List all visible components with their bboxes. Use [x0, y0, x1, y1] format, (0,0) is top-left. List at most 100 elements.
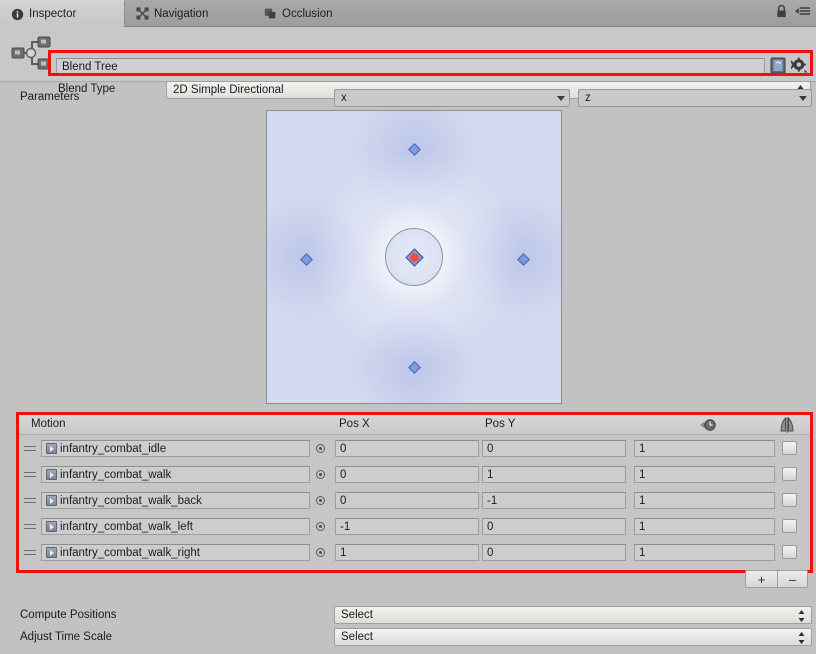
navigation-icon	[136, 7, 149, 20]
settings-gear-button[interactable]	[789, 57, 808, 74]
motion-name-field[interactable]: infantry_combat_walk_right	[41, 544, 310, 561]
time-scale-field[interactable]: 1	[634, 492, 775, 509]
chevron-down-icon	[557, 96, 565, 101]
blend-node-down[interactable]	[408, 361, 421, 374]
column-header-pos-y: Pos Y	[485, 418, 516, 430]
lock-icon[interactable]	[775, 4, 788, 18]
time-scale-field[interactable]: 1	[634, 544, 775, 561]
reference-book-icon	[770, 57, 786, 74]
motion-name-field[interactable]: infantry_combat_idle	[41, 440, 310, 457]
remove-motion-button[interactable]: –	[777, 570, 808, 588]
pos-y-field[interactable]: 1	[482, 466, 626, 483]
motion-name-value: infantry_combat_walk_back	[60, 494, 202, 507]
pos-y-value: -1	[487, 494, 498, 507]
row-drag-handle[interactable]	[24, 472, 36, 480]
occlusion-icon	[264, 8, 276, 19]
tab-navigation[interactable]: Navigation	[125, 0, 253, 27]
row-drag-handle[interactable]	[24, 446, 36, 454]
row-drag-handle[interactable]	[24, 524, 36, 532]
blend-node-center-selected-dot	[409, 252, 419, 262]
object-picker-icon[interactable]	[316, 522, 325, 531]
object-picker-icon[interactable]	[316, 444, 325, 453]
pos-y-field[interactable]: 0	[482, 440, 626, 457]
blend-type-value: 2D Simple Directional	[173, 84, 284, 96]
time-scale-value: 1	[639, 442, 646, 455]
pos-y-value: 0	[487, 546, 494, 559]
pos-y-field[interactable]: 0	[482, 544, 626, 561]
tab-occlusion[interactable]: Occlusion	[253, 0, 373, 27]
animation-clip-icon	[46, 521, 57, 532]
compute-positions-dropdown[interactable]: Select	[334, 606, 812, 624]
animation-clip-icon	[46, 443, 57, 454]
pos-x-value: 0	[340, 442, 347, 455]
mirror-checkbox[interactable]	[782, 545, 797, 559]
blend-node-left[interactable]	[300, 253, 313, 266]
column-header-motion: Motion	[31, 418, 66, 430]
pos-y-value: 0	[487, 442, 494, 455]
tab-bar: Inspector Navigation Occlusion	[0, 0, 816, 27]
mirror-checkbox[interactable]	[782, 519, 797, 533]
compute-positions-label: Compute Positions	[20, 609, 117, 621]
blend-node-right[interactable]	[517, 253, 530, 266]
reference-book-button[interactable]	[770, 57, 786, 74]
object-picker-icon[interactable]	[316, 548, 325, 557]
column-header-pos-x: Pos X	[339, 418, 370, 430]
blend-tree-node-icon	[11, 36, 51, 70]
parameter-z-dropdown[interactable]: z	[578, 89, 812, 107]
window-controls	[775, 4, 810, 18]
object-picker-icon[interactable]	[316, 470, 325, 479]
blend-node-up[interactable]	[408, 143, 421, 156]
pos-y-value: 0	[487, 520, 494, 533]
mirror-checkbox[interactable]	[782, 493, 797, 507]
gear-icon	[789, 57, 808, 73]
motion-table-header: Motion Pos X Pos Y	[19, 415, 810, 435]
time-scale-field[interactable]: 1	[634, 518, 775, 535]
motion-name-field[interactable]: infantry_combat_walk_left	[41, 518, 310, 535]
animation-clip-icon	[46, 495, 57, 506]
row-drag-handle[interactable]	[24, 498, 36, 506]
time-scale-field[interactable]: 1	[634, 440, 775, 457]
add-motion-button[interactable]: +	[745, 570, 777, 588]
blend-tree-graph[interactable]	[266, 110, 562, 404]
motion-name-value: infantry_combat_walk	[60, 468, 172, 481]
table-row: infantry_combat_walk_left -1 0 1	[19, 515, 810, 538]
pos-y-field[interactable]: 0	[482, 518, 626, 535]
add-motion-label: +	[757, 571, 766, 587]
table-row: infantry_combat_idle 0 0 1	[19, 437, 810, 460]
tab-occlusion-label: Occlusion	[282, 7, 333, 20]
info-icon	[11, 8, 24, 20]
pos-x-field[interactable]: -1	[335, 518, 479, 535]
animation-clip-icon	[46, 547, 57, 558]
time-scale-clock-icon[interactable]	[692, 418, 718, 432]
pos-x-field[interactable]: 0	[335, 466, 479, 483]
object-picker-icon[interactable]	[316, 496, 325, 505]
pos-x-field[interactable]: 0	[335, 440, 479, 457]
time-scale-value: 1	[639, 520, 646, 533]
tab-inspector[interactable]: Inspector	[0, 0, 125, 27]
time-scale-value: 1	[639, 546, 646, 559]
adjust-time-scale-label: Adjust Time Scale	[20, 631, 113, 643]
pos-x-value: -1	[340, 520, 351, 533]
motion-name-field[interactable]: infantry_combat_walk_back	[41, 492, 310, 509]
pos-y-field[interactable]: -1	[482, 492, 626, 509]
pos-x-value: 0	[340, 468, 347, 481]
motion-name-value: infantry_combat_idle	[60, 442, 167, 455]
parameter-x-dropdown[interactable]: x	[334, 89, 570, 107]
hamburger-menu-icon[interactable]	[795, 5, 810, 17]
table-row: infantry_combat_walk_back 0 -1 1	[19, 489, 810, 512]
mirror-checkbox[interactable]	[782, 441, 797, 455]
adjust-time-scale-value: Select	[341, 631, 373, 643]
motion-table: Motion Pos X Pos Y infantry_combat_idle …	[19, 415, 810, 570]
parameters-label: Parameters	[20, 91, 80, 103]
motion-name-field[interactable]: infantry_combat_walk	[41, 466, 310, 483]
mirror-checkbox[interactable]	[782, 467, 797, 481]
pos-x-value: 0	[340, 494, 347, 507]
pos-x-field[interactable]: 1	[335, 544, 479, 561]
object-name-field[interactable]: Blend Tree	[56, 58, 765, 75]
adjust-time-scale-dropdown[interactable]: Select	[334, 628, 812, 646]
time-scale-field[interactable]: 1	[634, 466, 775, 483]
pos-x-field[interactable]: 0	[335, 492, 479, 509]
row-drag-handle[interactable]	[24, 550, 36, 558]
mirror-icon[interactable]	[779, 417, 795, 433]
motion-name-value: infantry_combat_walk_right	[60, 546, 200, 559]
